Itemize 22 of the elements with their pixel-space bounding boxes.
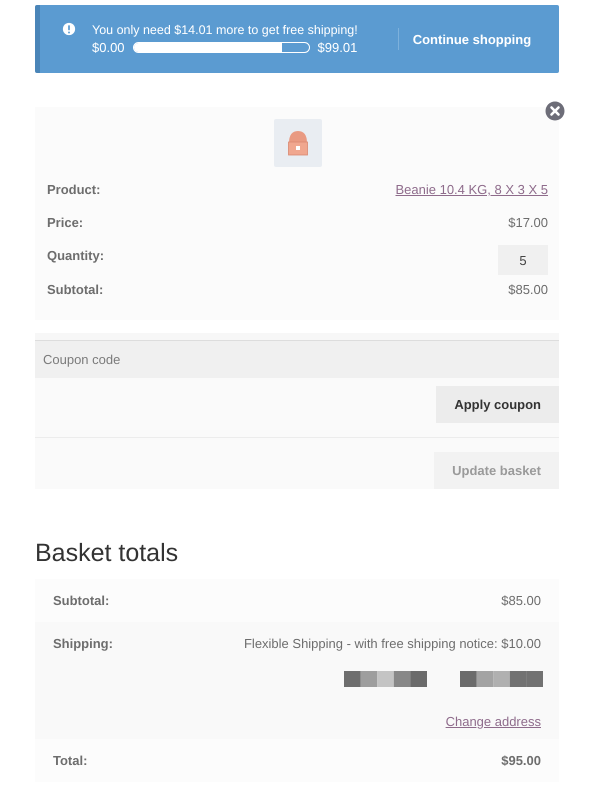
field-value: $85.00 bbox=[508, 282, 548, 297]
totals-value: $85.00 bbox=[501, 593, 541, 608]
field-label: Quantity: bbox=[47, 248, 104, 263]
coupon-field[interactable]: Coupon code bbox=[35, 341, 559, 378]
totals-value: Flexible Shipping - with free shipping notice: $10.00 bbox=[244, 636, 541, 651]
continue-shopping-link[interactable]: Continue shopping bbox=[412, 32, 532, 46]
totals-value: $95.00 bbox=[501, 753, 541, 768]
change-address-link[interactable]: Change address bbox=[446, 714, 541, 729]
totals-heading: Basket totals bbox=[35, 539, 180, 568]
progress-min: $0.00 bbox=[92, 40, 125, 55]
product-link[interactable]: Beanie 10.4 KG, 8 X 3 X 5 bbox=[396, 182, 548, 197]
apply-coupon-button[interactable]: Apply coupon bbox=[436, 386, 559, 423]
totals-label: Total: bbox=[53, 753, 88, 768]
quantity-field[interactable]: 5 bbox=[498, 245, 548, 275]
field-label: Product: bbox=[47, 182, 100, 197]
field-value: $17.00 bbox=[508, 215, 548, 230]
totals-label: Subtotal: bbox=[53, 593, 110, 608]
totals-label: Shipping: bbox=[53, 636, 113, 651]
notice-message: You only need $14.01 more to get free shipping! bbox=[92, 23, 358, 37]
progress-max: $99.01 bbox=[318, 40, 358, 55]
field-label: Price: bbox=[47, 215, 84, 230]
field-label: Subtotal: bbox=[47, 282, 104, 297]
